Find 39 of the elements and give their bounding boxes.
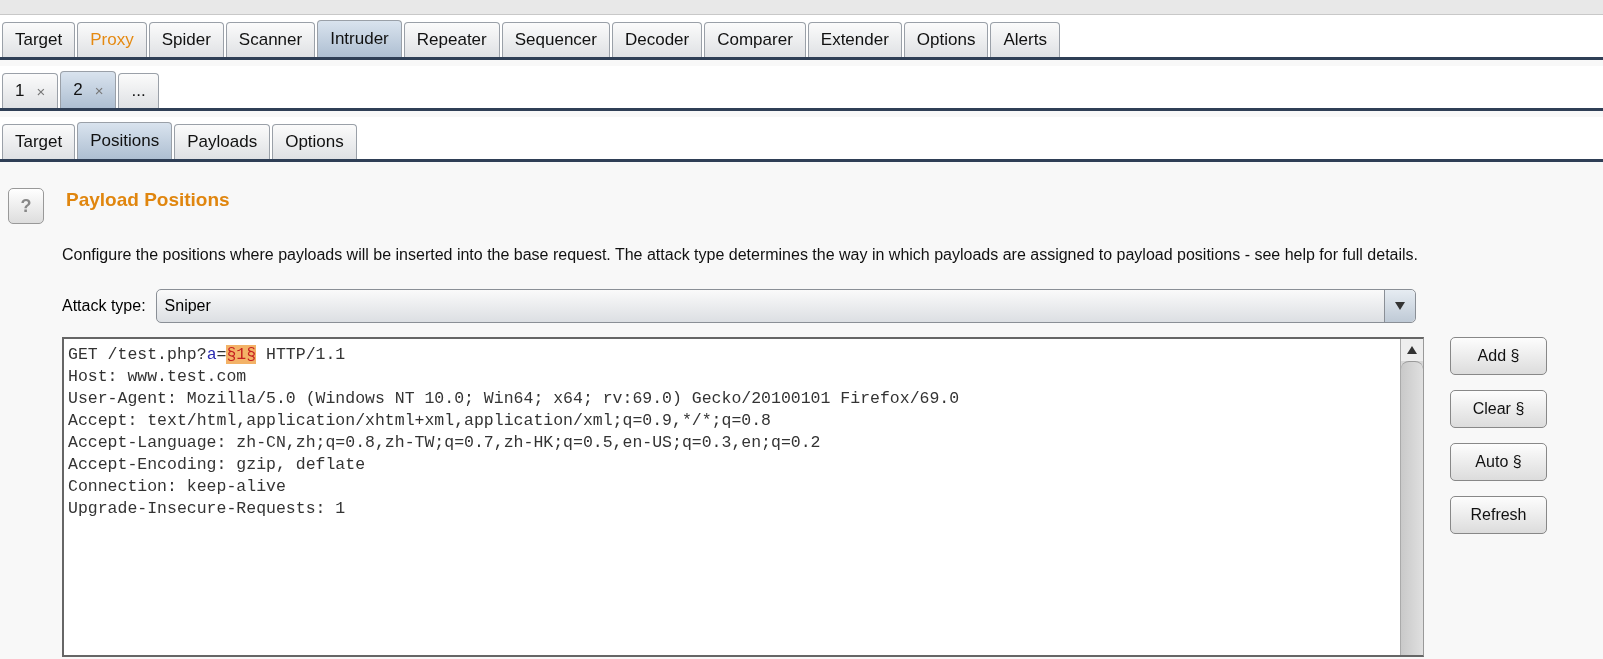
attack-type-label: Attack type: [62,297,146,315]
main-tab[interactable]: Spider [148,22,224,57]
position-button[interactable]: Clear § [1450,390,1547,428]
description-text: Configure the positions where payloads will be inserted into the base request. The attack type determines the way in which payloads are assigned to payload positions - see help for full details. [62,245,1420,265]
request-line: GET /test.php?a=§1§ HTTP/1.1 [68,344,347,366]
scroll-up-icon[interactable] [1407,346,1417,354]
request-line: Accept-Encoding: gzip, deflate [68,454,367,476]
main-tab[interactable]: Comparer [704,22,806,57]
request-line: Accept: text/html,application/xhtml+xml,application/xml;q=0.9,*/*;q=0.8 [68,410,772,432]
main-tab[interactable]: Alerts [990,22,1060,57]
request-line: Accept-Language: zh-CN,zh;q=0.8,zh-TW;q=0.7,zh-HK;q=0.5,en-US;q=0.3,en;q=0.2 [68,432,822,454]
sub-tab[interactable]: Options [272,124,357,159]
main-tab[interactable]: Sequencer [501,22,610,57]
attack-type-dropdown[interactable]: Sniper [155,289,1416,323]
main-tab[interactable]: Decoder [611,22,703,57]
main-tab[interactable]: Options [903,22,989,57]
sub-tab[interactable]: Payloads [174,124,271,159]
main-tab[interactable]: Repeater [403,22,500,57]
request-editor[interactable] [62,337,1424,657]
sub-tab[interactable]: Positions [77,122,173,159]
position-button[interactable]: Add § [1450,337,1547,375]
request-line: User-Agent: Mozilla/5.0 (Windows NT 10.0; Win64; x64; rv:69.0) Gecko/20100101 Firefox/69.0 [68,388,961,410]
scrollbar-thumb[interactable] [1401,361,1423,655]
position-button[interactable]: Auto § [1450,443,1547,481]
position-button[interactable]: Refresh [1450,496,1547,534]
request-line: Connection: keep-alive [68,476,287,498]
request-line: Upgrade-Insecure-Requests: 1 [68,498,347,520]
main-tab[interactable]: Intruder [317,20,402,57]
attack-tab[interactable]: 1 × [2,73,59,108]
attack-tab[interactable]: 2 × [60,71,117,108]
request-line: Host: www.test.com [68,366,248,388]
main-tab[interactable]: Target [2,22,76,57]
section-title: Payload Positions [66,189,230,211]
attack-tab[interactable]: ... [118,73,159,108]
sub-tab[interactable]: Target [2,124,76,159]
main-tab[interactable]: Scanner [225,22,316,57]
main-tab[interactable]: Extender [807,22,902,57]
dropdown-arrow-icon [1394,302,1405,310]
close-icon[interactable]: × [36,82,46,100]
